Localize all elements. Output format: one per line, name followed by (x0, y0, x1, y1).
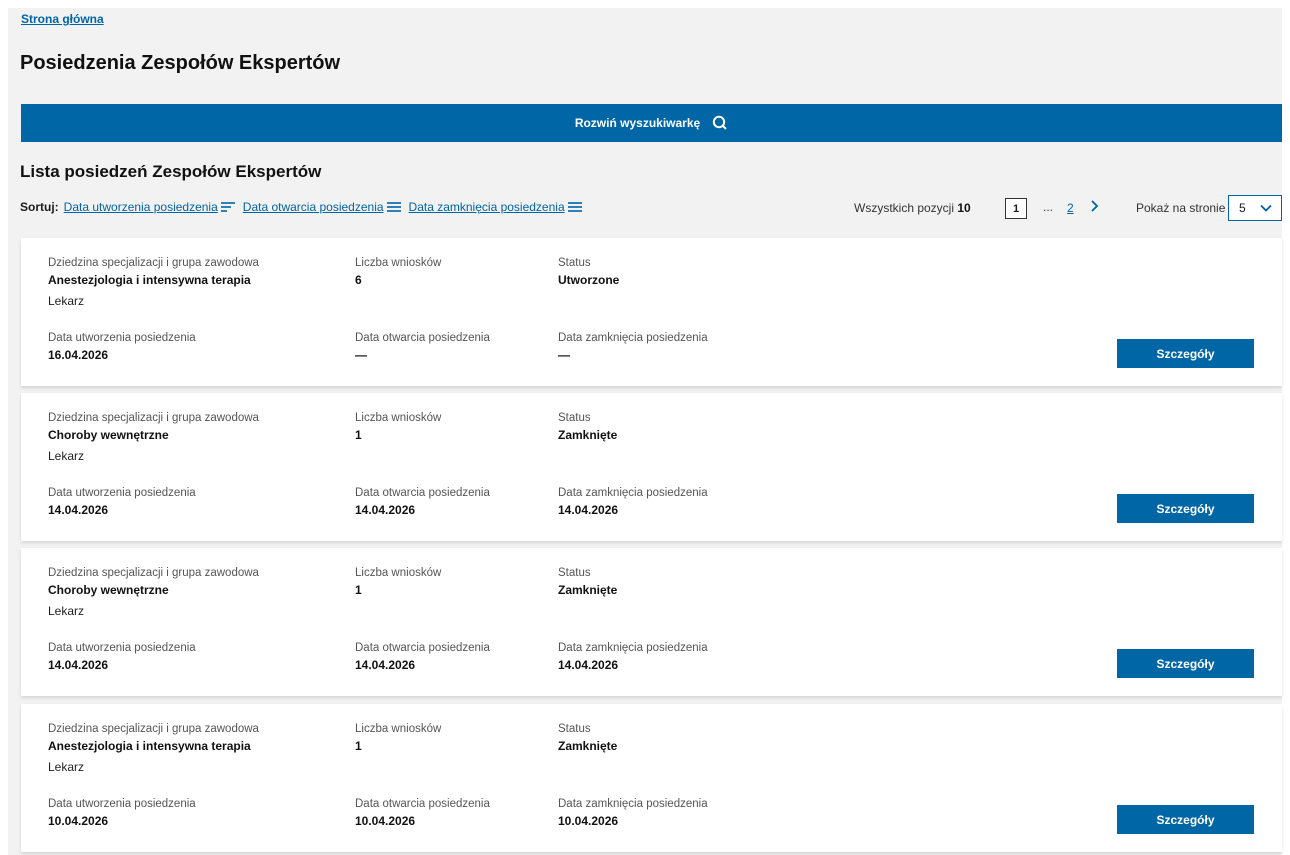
sort-neutral-icon (386, 202, 401, 212)
professional-group-value: Lekarz (48, 760, 85, 774)
sort-neutral-icon (567, 202, 582, 212)
specialization-field: Dziedzina specjalizacji i grupa zawodowa… (48, 257, 259, 308)
created-date-value: 14.04.2026 (48, 658, 109, 672)
sort-label: Sortuj: (20, 200, 59, 214)
details-button[interactable]: Szczegóły (1117, 805, 1254, 834)
details-button[interactable]: Szczegóły (1117, 494, 1254, 523)
status-field: Status Utworzone (558, 257, 620, 287)
opened-date-field: Data otwarcia posiedzenia 14.04.2026 (355, 487, 490, 517)
opened-date-field: Data otwarcia posiedzenia — (355, 332, 490, 362)
opened-date-value: 14.04.2026 (355, 658, 416, 672)
applications-value: 1 (355, 583, 362, 597)
meeting-card: Dziedzina specjalizacji i grupa zawodowa… (21, 393, 1282, 541)
created-date-value: 14.04.2026 (48, 503, 109, 517)
sort-descending-icon (220, 202, 235, 212)
sort-by-opened[interactable]: Data otwarcia posiedzenia (243, 200, 409, 214)
status-value: Zamknięte (558, 428, 618, 442)
professional-group-value: Lekarz (48, 604, 85, 618)
page: Strona główna Posiedzenia Zespołów Ekspe… (8, 8, 1282, 855)
applications-field: Liczba wniosków 1 (355, 412, 442, 442)
specialization-value: Anestezjologia i intensywna terapia (48, 273, 251, 287)
status-value: Zamknięte (558, 739, 618, 753)
closed-date-field: Data zamknięcia posiedzenia 10.04.2026 (558, 798, 708, 828)
opened-date-field: Data otwarcia posiedzenia 10.04.2026 (355, 798, 490, 828)
opened-date-value: 14.04.2026 (355, 503, 416, 517)
breadcrumb-home-link[interactable]: Strona główna (21, 12, 104, 26)
applications-value: 1 (355, 428, 362, 442)
chevron-right-icon (1091, 200, 1099, 212)
per-page-value: 5 (1239, 201, 1246, 215)
created-date-value: 10.04.2026 (48, 814, 109, 828)
specialization-value: Anestezjologia i intensywna terapia (48, 739, 251, 753)
pagination-page-2[interactable]: 2 (1067, 201, 1074, 215)
page-title: Posiedzenia Zespołów Ekspertów (20, 52, 341, 74)
closed-date-value: 14.04.2026 (558, 503, 619, 517)
pagination-ellipsis: ... (1043, 200, 1054, 214)
specialization-value: Choroby wewnętrzne (48, 428, 169, 442)
specialization-field: Dziedzina specjalizacji i grupa zawodowa… (48, 723, 259, 774)
total-count: Wszystkich pozycji 10 (854, 201, 971, 215)
next-page-button[interactable] (1090, 199, 1100, 218)
created-date-field: Data utworzenia posiedzenia 16.04.2026 (48, 332, 196, 362)
applications-value: 1 (355, 739, 362, 753)
applications-field: Liczba wniosków 1 (355, 567, 442, 597)
opened-date-value: — (355, 348, 367, 362)
details-button[interactable]: Szczegóły (1117, 339, 1254, 368)
closed-date-field: Data zamknięcia posiedzenia — (558, 332, 708, 362)
expand-search-label: Rozwiń wyszukiwarkę (574, 116, 701, 130)
total-count-value: 10 (957, 201, 971, 215)
meeting-card: Dziedzina specjalizacji i grupa zawodowa… (21, 238, 1282, 386)
per-page-select[interactable]: 5 (1228, 195, 1282, 221)
created-date-field: Data utworzenia posiedzenia 14.04.2026 (48, 487, 196, 517)
closed-date-field: Data zamknięcia posiedzenia 14.04.2026 (558, 642, 708, 672)
sort-by-created[interactable]: Data utworzenia posiedzenia (64, 200, 243, 214)
meeting-card: Dziedzina specjalizacji i grupa zawodowa… (21, 704, 1282, 852)
closed-date-value: 14.04.2026 (558, 658, 619, 672)
search-icon (712, 115, 727, 130)
chevron-down-icon (1260, 204, 1272, 212)
status-value: Zamknięte (558, 583, 618, 597)
closed-date-value: 10.04.2026 (558, 814, 619, 828)
expand-search-button[interactable]: Rozwiń wyszukiwarkę (21, 104, 1282, 142)
sort-bar: Sortuj: Data utworzenia posiedzenia Data… (20, 200, 590, 214)
specialization-value: Choroby wewnętrzne (48, 583, 169, 597)
status-field: Status Zamknięte (558, 412, 618, 442)
closed-date-value: — (558, 348, 570, 362)
professional-group-value: Lekarz (48, 449, 85, 463)
details-button[interactable]: Szczegóły (1117, 649, 1254, 678)
applications-value: 6 (355, 273, 362, 287)
professional-group-value: Lekarz (48, 294, 85, 308)
pagination-current-page[interactable]: 1 (1005, 198, 1027, 219)
status-field: Status Zamknięte (558, 567, 618, 597)
specialization-field: Dziedzina specjalizacji i grupa zawodowa… (48, 567, 259, 618)
meeting-card: Dziedzina specjalizacji i grupa zawodowa… (21, 548, 1282, 696)
applications-field: Liczba wniosków 1 (355, 723, 442, 753)
created-date-field: Data utworzenia posiedzenia 14.04.2026 (48, 642, 196, 672)
per-page-label: Pokaż na stronie (1136, 201, 1226, 215)
created-date-value: 16.04.2026 (48, 348, 109, 362)
opened-date-value: 10.04.2026 (355, 814, 416, 828)
sort-by-closed[interactable]: Data zamknięcia posiedzenia (409, 200, 590, 214)
status-field: Status Zamknięte (558, 723, 618, 753)
applications-field: Liczba wniosków 6 (355, 257, 442, 287)
created-date-field: Data utworzenia posiedzenia 10.04.2026 (48, 798, 196, 828)
status-value: Utworzone (558, 273, 620, 287)
opened-date-field: Data otwarcia posiedzenia 14.04.2026 (355, 642, 490, 672)
list-title: Lista posiedzeń Zespołów Ekspertów (20, 162, 322, 181)
closed-date-field: Data zamknięcia posiedzenia 14.04.2026 (558, 487, 708, 517)
specialization-field: Dziedzina specjalizacji i grupa zawodowa… (48, 412, 259, 463)
